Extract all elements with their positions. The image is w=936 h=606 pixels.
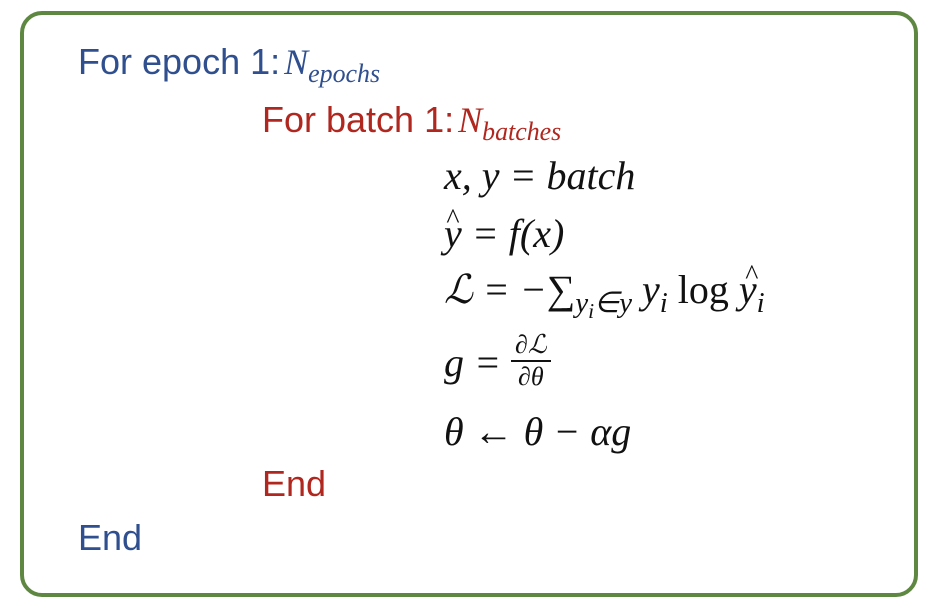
gradient-denominator: ∂θ <box>517 362 544 391</box>
gradient-numerator: ∂ℒ <box>511 332 551 362</box>
outer-loop-header: For epoch 1: Nepochs <box>78 41 380 87</box>
prediction-yhat: ^ y <box>444 206 462 254</box>
inner-loop-limit-subscript: batches <box>482 117 562 147</box>
loss-yhat: ^ yi <box>739 262 765 318</box>
loss-term-i: i <box>659 287 668 320</box>
outer-loop-label: For epoch 1: <box>78 41 281 82</box>
outer-loop-limit-subscript: epochs <box>308 59 381 89</box>
inner-loop-header: For batch 1: Nbatches <box>262 99 561 145</box>
inner-loop-label: For batch 1: <box>262 99 455 140</box>
step-assign-batch: x, y = batch <box>444 153 636 198</box>
loss-yhat-i: i <box>756 287 765 320</box>
gradient-lhs: g = <box>444 340 511 386</box>
gradient-fraction: ∂ℒ ∂θ <box>511 332 551 390</box>
loss-hat: ^ <box>745 260 759 292</box>
loss-sum-sub-rest: ∈y <box>594 287 632 320</box>
inner-loop-end: End <box>262 463 327 504</box>
outer-loop-limit: Nepochs <box>284 42 380 87</box>
loss-log: log <box>677 267 729 312</box>
outer-loop-end: End <box>78 517 143 558</box>
prediction-rest: = f(x) <box>461 211 565 256</box>
loss-sum: ∑ <box>546 267 576 312</box>
loss-term-y: y <box>641 267 660 312</box>
step-gradient: g = ∂ℒ ∂θ <box>444 332 551 396</box>
outer-loop-limit-symbol: N <box>284 42 309 82</box>
inner-loop-limit-symbol: N <box>458 100 483 140</box>
step-loss: ℒ = −∑yi∈y yi log ^ yi <box>444 262 765 322</box>
prediction-hat: ^ <box>446 204 460 236</box>
step-update: θ ← θ − αg <box>444 409 632 454</box>
loss-sum-sub-y: y <box>575 287 589 320</box>
loss-sum-sub-i: i <box>588 298 595 323</box>
loss-lhs: ℒ = − <box>444 267 547 312</box>
step-prediction: ^ y = f(x) <box>444 206 565 256</box>
loss-sum-subscript: yi∈y <box>575 287 632 322</box>
inner-loop-limit: Nbatches <box>458 100 561 145</box>
